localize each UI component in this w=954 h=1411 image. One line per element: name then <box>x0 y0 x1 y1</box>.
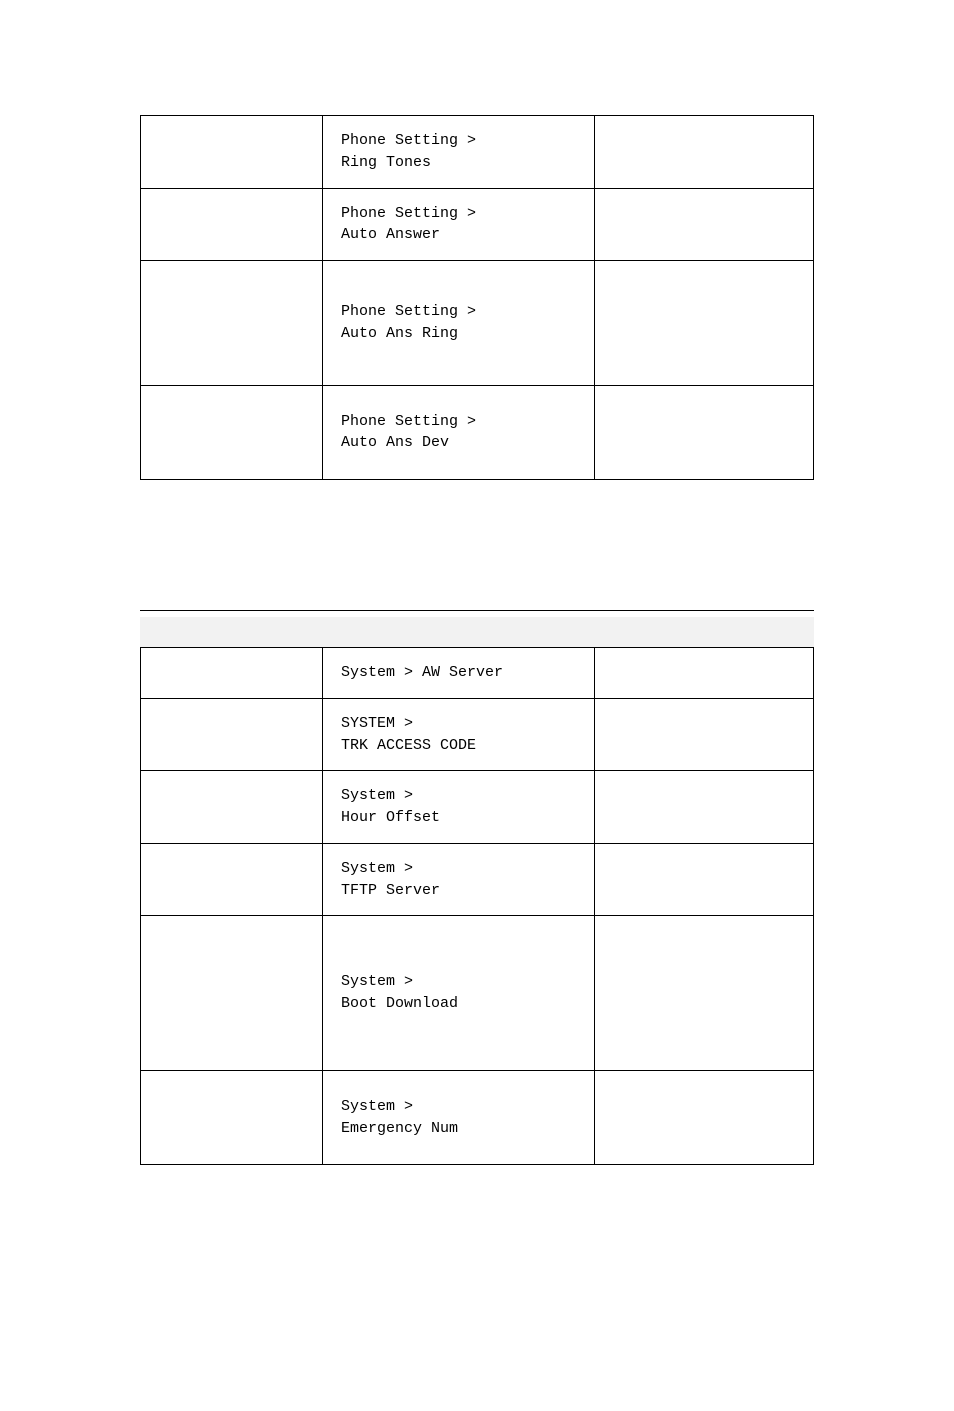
cell-col1 <box>141 843 323 916</box>
menu-path-line1: System > <box>341 973 413 990</box>
menu-path-line1: Phone Setting > <box>341 205 476 222</box>
menu-path-line1: Phone Setting > <box>341 132 476 149</box>
cell-menu-path: System > Boot Download <box>323 916 595 1071</box>
cell-col3 <box>595 188 814 261</box>
cell-menu-path: Phone Setting > Ring Tones <box>323 116 595 189</box>
menu-path-line1: System > <box>341 787 413 804</box>
menu-path-line2: TRK ACCESS CODE <box>341 737 476 754</box>
table2-top-rule <box>140 610 814 617</box>
menu-path-line1: Phone Setting > <box>341 413 476 430</box>
menu-path-line1: SYSTEM > <box>341 715 413 732</box>
cell-menu-path: SYSTEM > TRK ACCESS CODE <box>323 698 595 771</box>
cell-menu-path: Phone Setting > Auto Ans Dev <box>323 385 595 480</box>
table-row: SYSTEM > TRK ACCESS CODE <box>141 698 814 771</box>
table-row: Phone Setting > Auto Ans Dev <box>141 385 814 480</box>
menu-path-line2: Emergency Num <box>341 1120 458 1137</box>
cell-menu-path: System > AW Server <box>323 648 595 699</box>
cell-menu-path: System > TFTP Server <box>323 843 595 916</box>
menu-path-line2: TFTP Server <box>341 882 440 899</box>
menu-path-line1: Phone Setting > <box>341 303 476 320</box>
table-phone-settings: Phone Setting >Ring TonesPhone Setting >… <box>140 115 814 480</box>
table-row: System > TFTP Server <box>141 843 814 916</box>
menu-path-line2: Hour Offset <box>341 809 440 826</box>
cell-col3 <box>595 698 814 771</box>
cell-col3 <box>595 843 814 916</box>
cell-menu-path: Phone Setting > Auto Ans Ring <box>323 261 595 386</box>
menu-path-line1: System > <box>341 1098 413 1115</box>
menu-path-line1: System > AW Server <box>341 664 503 681</box>
table-row: Phone Setting > Ring Tones <box>141 116 814 189</box>
menu-path-line2: Auto Ans Ring <box>341 325 458 342</box>
cell-col1 <box>141 1070 323 1165</box>
table-row: System > AW Server <box>141 648 814 699</box>
menu-path-line2: Boot Download <box>341 995 458 1012</box>
table-row: System > Hour Offset <box>141 771 814 844</box>
table2-header-bar <box>140 617 814 647</box>
table-row: Phone Setting > Auto Answer <box>141 188 814 261</box>
cell-col1 <box>141 385 323 480</box>
cell-col3 <box>595 916 814 1071</box>
cell-col1 <box>141 648 323 699</box>
cell-col3 <box>595 1070 814 1165</box>
cell-menu-path: System > Emergency Num <box>323 1070 595 1165</box>
cell-col3 <box>595 385 814 480</box>
menu-path-line1: System > <box>341 860 413 877</box>
cell-col3 <box>595 771 814 844</box>
cell-col1 <box>141 188 323 261</box>
menu-path-line2: Auto Answer <box>341 226 440 243</box>
table-row: System > Emergency Num <box>141 1070 814 1165</box>
cell-col3 <box>595 116 814 189</box>
cell-col1 <box>141 916 323 1071</box>
cell-menu-path: System > Hour Offset <box>323 771 595 844</box>
table-row: System > Boot Download <box>141 916 814 1071</box>
cell-col1 <box>141 116 323 189</box>
table-row: Phone Setting > Auto Ans Ring <box>141 261 814 386</box>
cell-col3 <box>595 648 814 699</box>
cell-col3 <box>595 261 814 386</box>
cell-col1 <box>141 771 323 844</box>
cell-col1 <box>141 261 323 386</box>
cell-menu-path: Phone Setting > Auto Answer <box>323 188 595 261</box>
menu-path-line2: Auto Ans Dev <box>341 434 449 451</box>
table-system-settings: System > AW Server SYSTEM > TRK ACCESS COD… <box>140 647 814 1165</box>
cell-col1 <box>141 698 323 771</box>
menu-path-line2: Ring Tones <box>341 154 431 171</box>
